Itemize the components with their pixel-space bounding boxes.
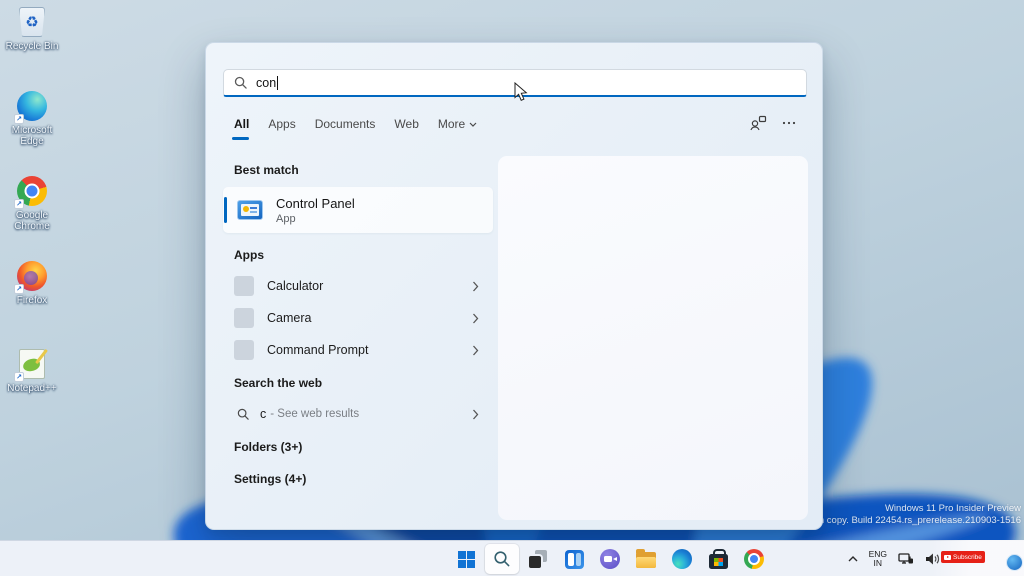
search-icon [494,551,510,567]
youtube-play-icon [944,554,951,560]
widgets-button[interactable] [557,544,591,574]
control-panel-icon [237,200,263,220]
desktop-icon-google-chrome[interactable]: ↗ Google Chrome [4,175,60,232]
account-icon[interactable] [750,115,767,131]
preview-pane [498,156,808,520]
tab-documents[interactable]: Documents [315,117,376,131]
task-view-icon [529,550,547,568]
chevron-right-icon [473,281,479,291]
task-view-button[interactable] [521,544,555,574]
microsoft-store-icon [708,549,728,569]
search-flyout-panel: con All Apps Documents Web More Best mat… [205,42,823,530]
web-result-see-web-results[interactable]: c - See web results [223,398,493,430]
tab-web[interactable]: Web [394,117,418,131]
desktop-icon-notepad-plus-plus[interactable]: ↗ Notepad++ [4,348,60,394]
desktop-icon-label: Firefox [16,295,48,306]
windows-logo-icon [457,550,475,568]
best-match-header: Best match [234,163,299,177]
search-input[interactable]: con [223,69,807,97]
system-tray: ENG IN [848,541,941,576]
shortcut-arrow-icon: ↗ [14,284,24,294]
hidden-icons-button[interactable] [848,556,858,562]
shortcut-arrow-icon: ↗ [14,114,24,124]
subscribe-badge: Subscribe [941,551,985,563]
calculator-icon [234,276,254,296]
network-icon[interactable] [898,552,914,566]
camera-icon [234,308,254,328]
search-the-web-header: Search the web [234,376,323,390]
result-title: Control Panel [276,195,355,211]
desktop-icon-recycle-bin[interactable]: ♻ Recycle Bin [4,6,60,52]
shortcut-arrow-icon: ↗ [14,372,24,382]
taskbar: ENG IN [0,540,1024,576]
chevron-right-icon [473,345,479,355]
store-button[interactable] [701,544,735,574]
edge-button[interactable] [665,544,699,574]
chrome-icon [744,549,764,569]
web-suffix: - See web results [270,408,360,420]
folders-group[interactable]: Folders (3+) [234,440,302,454]
chevron-up-icon [848,556,858,562]
tab-all[interactable]: All [232,117,249,140]
search-query-text: con [256,75,277,90]
app-result-calculator[interactable]: Calculator [223,270,493,302]
recycle-bin-icon: ♻ [19,7,45,37]
command-prompt-icon [234,340,254,360]
search-icon [237,408,249,420]
desktop-icon-microsoft-edge[interactable]: ↗ Microsoft Edge [4,90,60,147]
web-query: c [260,407,267,421]
chat-button[interactable] [593,544,627,574]
widgets-icon [564,549,584,569]
chrome-button[interactable] [737,544,771,574]
more-options-icon[interactable] [782,116,796,130]
tab-apps[interactable]: Apps [268,117,295,131]
search-tabs: All Apps Documents Web More [232,117,477,140]
chevron-right-icon [473,409,479,419]
settings-group[interactable]: Settings (4+) [234,472,306,486]
file-explorer-button[interactable] [629,544,663,574]
file-explorer-icon [636,549,656,568]
desktop: ♻ Recycle Bin ↗ Microsoft Edge ↗ Google … [0,0,1024,576]
app-result-camera[interactable]: Camera [223,302,493,334]
desktop-icon-label: Notepad++ [7,383,57,394]
edge-icon [672,549,692,569]
chevron-down-icon [469,122,477,127]
video-overlay: Subscribe [928,540,1024,576]
selection-accent-bar [224,197,227,223]
search-icon [234,76,247,89]
desktop-icon-firefox[interactable]: ↗ Firefox [4,260,60,306]
active-tab-underline [232,137,249,140]
channel-avatar [1006,554,1023,571]
panel-actions [750,115,796,131]
desktop-icon-label: Microsoft Edge [11,125,53,147]
shortcut-arrow-icon: ↗ [14,199,24,209]
text-caret [277,75,279,90]
chevron-right-icon [473,313,479,323]
apps-header: Apps [234,248,264,262]
start-button[interactable] [449,544,483,574]
search-button[interactable] [485,544,519,574]
app-result-command-prompt[interactable]: Command Prompt [223,334,493,366]
desktop-icon-label: Recycle Bin [5,41,59,52]
chat-icon [600,549,620,569]
language-indicator[interactable]: ENG IN [869,550,887,568]
desktop-icon-label: Google Chrome [14,210,50,232]
best-match-result-control-panel[interactable]: Control Panel App [223,187,493,233]
result-subtitle: App [276,212,296,225]
tab-more[interactable]: More [438,117,477,131]
